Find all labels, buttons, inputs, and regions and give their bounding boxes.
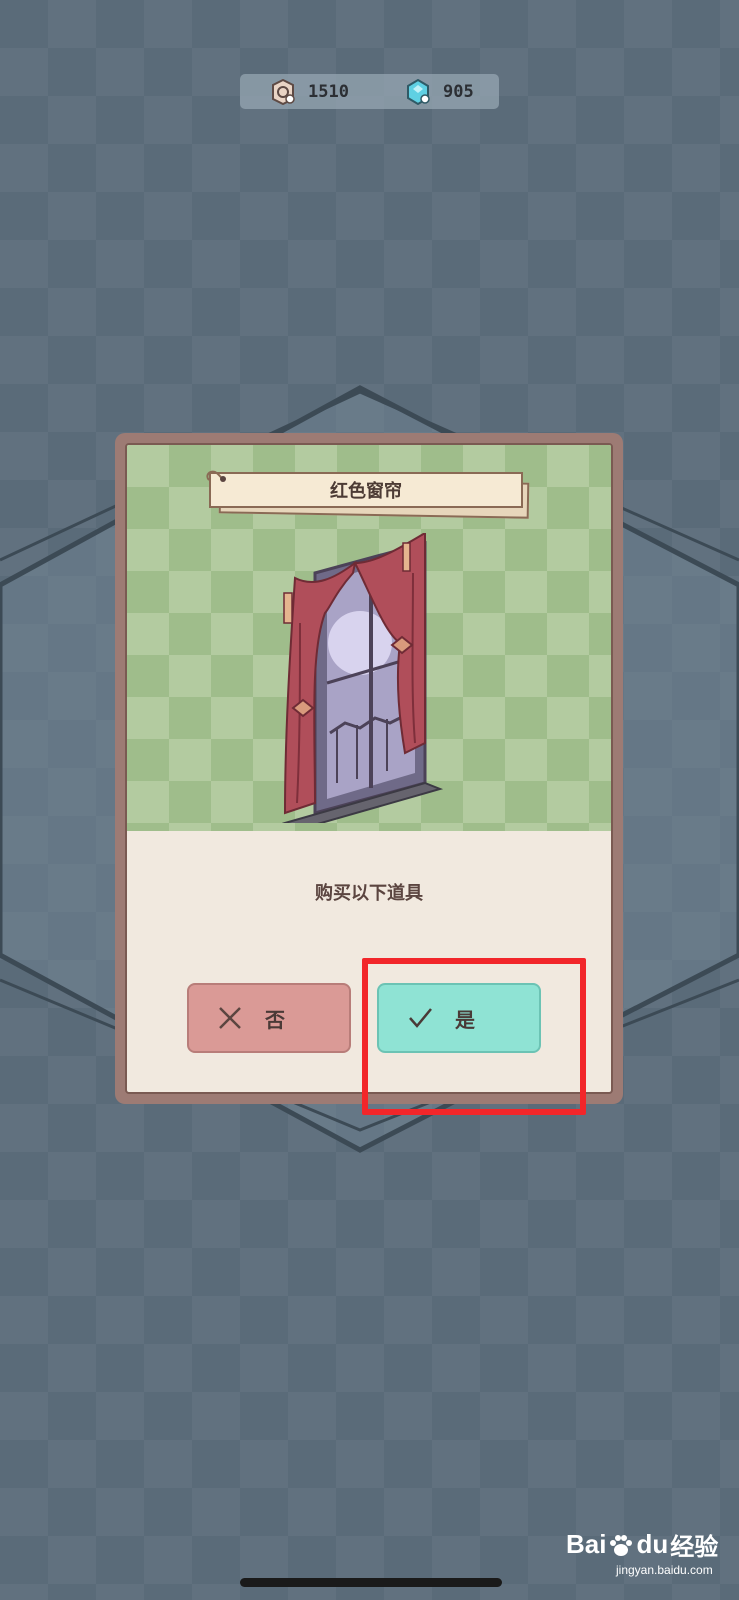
tag-pin-icon (206, 470, 226, 482)
item-title-banner: 红色窗帘 (205, 470, 530, 519)
baidu-jingyan-watermark: Bai du 经验 (566, 1527, 718, 1562)
gem-icon (407, 79, 430, 105)
close-icon (219, 1007, 241, 1029)
cancel-button-label: 否 (265, 1007, 285, 1032)
watermark-logo-jy: 经验 (670, 1533, 719, 1561)
home-indicator[interactable] (240, 1578, 502, 1587)
highlight-box (362, 958, 586, 1115)
watermark-subtitle: jingyan.baidu.com (616, 1563, 713, 1577)
banner-label: 红色窗帘 (209, 472, 523, 508)
paw-icon (610, 1534, 633, 1556)
red-curtain-image (281, 533, 444, 823)
watermark-logo-bai: Bai (566, 1529, 607, 1559)
watermark-logo-du: du (636, 1529, 669, 1559)
coin-count: 1510 (308, 82, 349, 102)
gem-count: 905 (443, 82, 474, 102)
gem-counter[interactable]: 905 (405, 79, 474, 105)
purchase-prompt: 购买以下道具 (315, 883, 423, 904)
currency-bar: 1510 905 (240, 74, 499, 109)
item-name: 红色窗帘 (330, 481, 402, 502)
item-preview-panel: 红色窗帘 (127, 445, 611, 831)
coin-counter[interactable]: 1510 (270, 79, 349, 105)
coin-icon (272, 79, 295, 105)
cancel-button[interactable]: 否 (187, 983, 351, 1053)
